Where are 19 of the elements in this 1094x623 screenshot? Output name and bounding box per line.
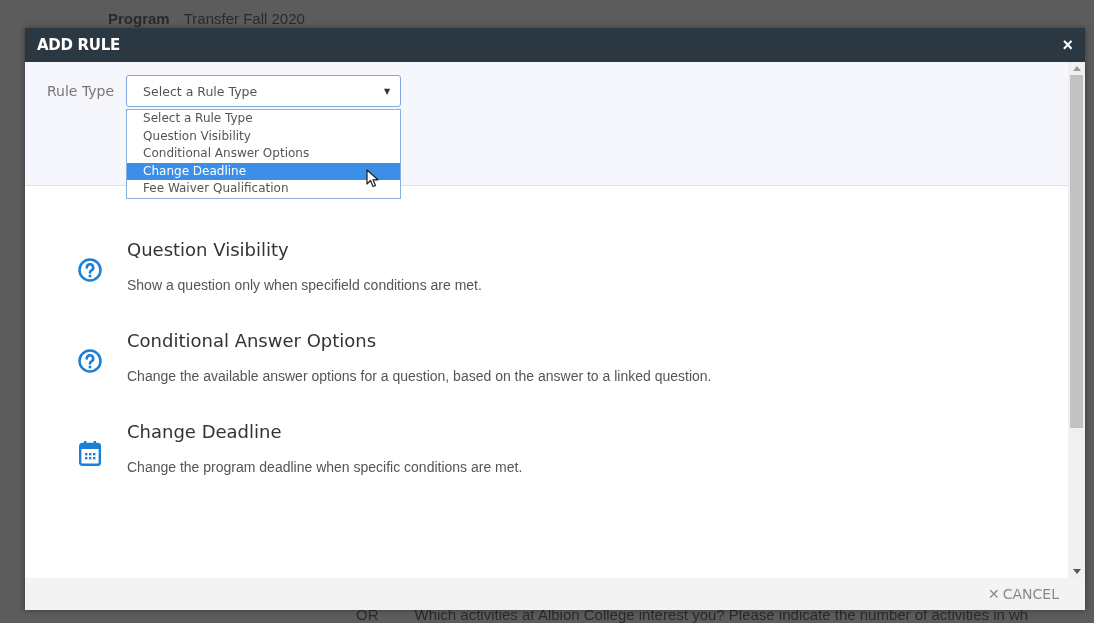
question-icon (78, 349, 102, 373)
rule-description: Change the program deadline when specific conditions are met. (127, 458, 523, 476)
dialog-title: ADD RULE (37, 36, 120, 54)
pointer-cursor-icon (366, 168, 381, 189)
scroll-up-icon[interactable] (1072, 66, 1081, 71)
rule-type-select[interactable]: Select a Rule Type ▼ (126, 75, 402, 107)
question-icon (78, 258, 102, 282)
rule-description: Show a question only when specifield conditions are met. (127, 276, 482, 294)
close-button[interactable]: × (1062, 36, 1073, 54)
rule-type-label: Rule Type (47, 82, 115, 101)
rule-title: Conditional Answer Options (127, 329, 378, 353)
rule-title: Question Visibility (127, 238, 290, 262)
calendar-icon (79, 440, 101, 466)
scroll-down-icon[interactable] (1072, 569, 1081, 574)
rule-description: Change the available answer options for a question, based on the answer to a linked question. (127, 367, 712, 385)
caret-icon: ▼ (383, 86, 391, 96)
rule-title: Change Deadline (127, 420, 283, 444)
scrollbar-thumb[interactable] (1070, 75, 1083, 428)
scrollbar[interactable] (1068, 62, 1085, 578)
